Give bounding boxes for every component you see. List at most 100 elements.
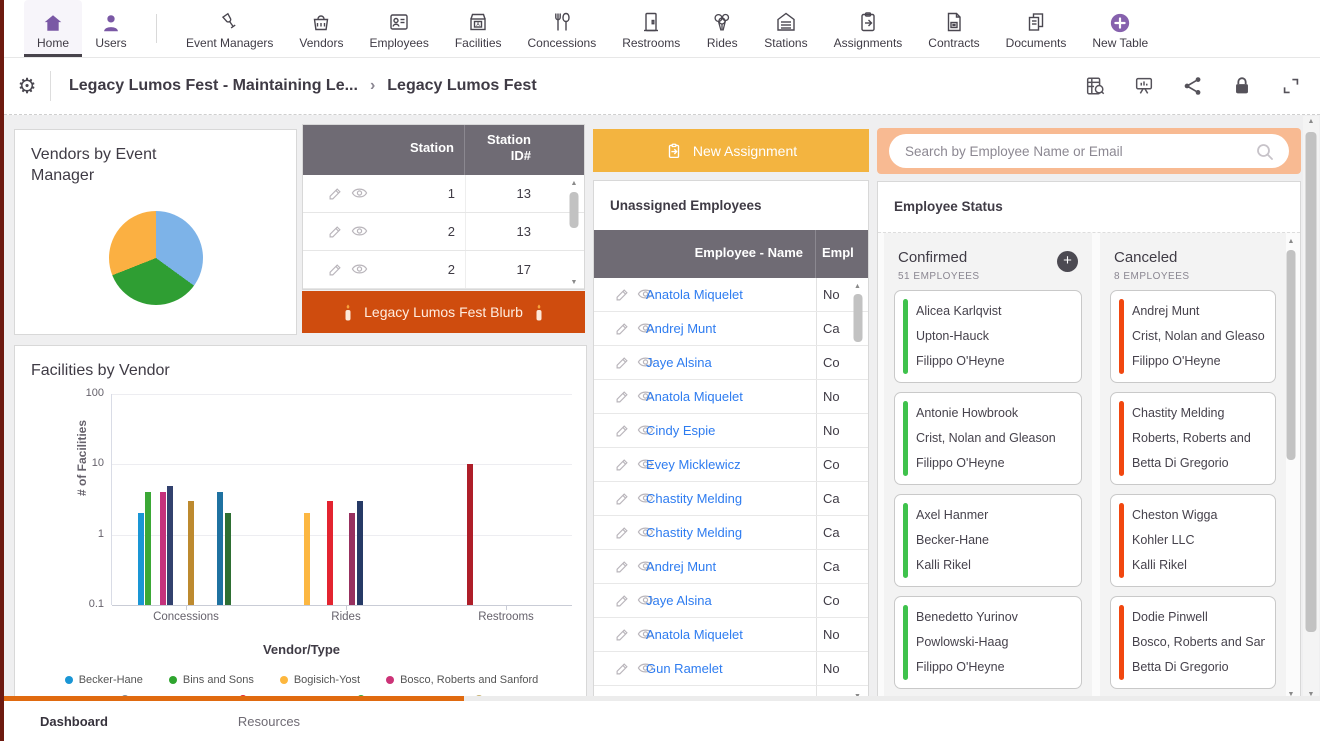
nav-item-new-table[interactable]: New Table (1079, 0, 1161, 57)
employee-card[interactable]: Antonie HowbrookCrist, Nolan and Gleason… (894, 392, 1082, 485)
scrollbar-thumb[interactable] (1287, 250, 1296, 460)
bar-concessions[interactable] (138, 513, 144, 605)
scroll-up-icon[interactable]: ▲ (1288, 238, 1295, 245)
employee-card[interactable]: Dodie PinwellBosco, Roberts and SanfordB… (1110, 596, 1276, 689)
scroll-up-icon[interactable]: ▲ (854, 283, 861, 290)
view-eye-icon[interactable] (351, 224, 367, 240)
edit-pencil-icon[interactable] (614, 423, 630, 439)
employee-name-link[interactable]: Anatola Miquelet (646, 287, 816, 302)
bar-concessions[interactable] (225, 513, 231, 605)
employee-name-link[interactable]: Andrej Munt (646, 559, 816, 574)
edit-pencil-icon[interactable] (614, 491, 630, 507)
report-search-icon[interactable] (1084, 75, 1106, 97)
edit-pencil-icon[interactable] (614, 661, 630, 677)
employee-name-link[interactable]: Evey Micklewicz (646, 457, 816, 472)
employee-name-link[interactable]: Gun Ramelet (646, 661, 816, 676)
employee-card[interactable]: Alicea KarlqvistUpton-HauckFilippo O'Hey… (894, 290, 1082, 383)
edit-pencil-icon[interactable] (327, 262, 343, 278)
bar-concessions[interactable] (217, 492, 223, 605)
stations-table-scrollbar[interactable]: ▲ ▼ (566, 178, 582, 288)
edit-pencil-icon[interactable] (614, 559, 630, 575)
view-eye-icon[interactable] (351, 186, 367, 202)
bar-concessions[interactable] (188, 501, 194, 605)
scroll-up-icon[interactable]: ▲ (571, 180, 578, 187)
tab-resources[interactable]: Resources (238, 714, 300, 729)
presentation-icon[interactable] (1133, 75, 1155, 97)
gear-icon[interactable]: ⚙ (4, 74, 50, 99)
legend-item[interactable]: Bins and Sons (169, 674, 254, 686)
scrollbar-thumb[interactable] (570, 192, 579, 228)
bar-concessions[interactable] (167, 486, 173, 605)
employee-name-link[interactable]: Jaye Alsina (646, 355, 816, 370)
scrollbar-thumb[interactable] (853, 294, 862, 342)
unassigned-table-scrollbar[interactable]: ▲ ▼ (850, 281, 865, 702)
add-card-button[interactable]: + (1057, 251, 1078, 272)
nav-item-employees[interactable]: Employees (356, 0, 441, 57)
bar-rides[interactable] (304, 513, 310, 605)
scroll-down-icon[interactable]: ▼ (571, 279, 578, 286)
nav-item-home[interactable]: Home (24, 0, 82, 57)
employee-card[interactable]: Chastity MeldingRoberts, Roberts andBett… (1110, 392, 1276, 485)
nav-item-concessions[interactable]: Concessions (515, 0, 610, 57)
employee-name-link[interactable]: Anatola Miquelet (646, 389, 816, 404)
edit-pencil-icon[interactable] (614, 627, 630, 643)
bar-rides[interactable] (357, 501, 363, 605)
edit-pencil-icon[interactable] (614, 593, 630, 609)
new-assignment-button[interactable]: New Assignment (593, 129, 869, 172)
nav-item-users[interactable]: Users (82, 0, 140, 57)
dashboard-vertical-scrollbar[interactable]: ▲ ▼ (1303, 116, 1319, 700)
scrollbar-thumb[interactable] (1306, 132, 1317, 632)
nav-item-rides[interactable]: Rides (693, 0, 751, 57)
employee-search-input[interactable] (889, 134, 1289, 168)
employee-name-link[interactable]: Andrej Munt (646, 321, 816, 336)
employee-card[interactable]: Cheston WiggaKohler LLCKalli Rikel (1110, 494, 1276, 587)
view-eye-icon[interactable] (351, 262, 367, 278)
nav-item-restrooms[interactable]: Restrooms (609, 0, 693, 57)
legend-item[interactable]: Bogisich-Yost (280, 674, 360, 686)
tab-dashboard[interactable]: Dashboard (40, 714, 108, 729)
edit-pencil-icon[interactable] (614, 355, 630, 371)
nav-item-stations[interactable]: Stations (751, 0, 820, 57)
employee-status-column-header[interactable]: Empl (816, 230, 868, 278)
nav-item-facilities[interactable]: AFacilities (442, 0, 515, 57)
lock-icon[interactable] (1231, 75, 1253, 97)
bar-concessions[interactable] (160, 492, 166, 605)
edit-pencil-icon[interactable] (327, 224, 343, 240)
edit-pencil-icon[interactable] (614, 389, 630, 405)
bar-restrooms[interactable] (467, 464, 473, 605)
expand-icon[interactable] (1280, 75, 1302, 97)
bar-rides[interactable] (349, 513, 355, 605)
edit-pencil-icon[interactable] (614, 321, 630, 337)
nav-item-vendors[interactable]: Vendors (286, 0, 356, 57)
vendors-pie-chart[interactable] (109, 211, 203, 305)
employee-name-column-header[interactable]: Employee - Name (594, 230, 816, 278)
scroll-up-icon[interactable]: ▲ (1308, 118, 1315, 125)
nav-item-documents[interactable]: Documents (993, 0, 1080, 57)
nav-item-contracts[interactable]: Contracts (915, 0, 992, 57)
employee-name-link[interactable]: Jaye Alsina (646, 593, 816, 608)
legend-item[interactable]: Becker-Hane (65, 674, 143, 686)
kanban-scrollbar[interactable]: ▲ ▼ (1284, 236, 1298, 700)
station-column-header[interactable]: Station (303, 125, 465, 175)
search-icon[interactable] (1255, 142, 1275, 162)
employee-card[interactable]: Benedetto YurinovPowlowski-HaagFilippo O… (894, 596, 1082, 689)
edit-pencil-icon[interactable] (614, 287, 630, 303)
nav-item-assignments[interactable]: Assignments (821, 0, 916, 57)
share-icon[interactable] (1182, 75, 1204, 97)
employee-name-link[interactable]: Anatola Miquelet (646, 627, 816, 642)
employee-name-link[interactable]: Chastity Melding (646, 491, 816, 506)
legacy-lumos-fest-blurb-button[interactable]: Legacy Lumos Fest Blurb (302, 291, 585, 333)
employee-card[interactable]: Axel HanmerBecker-HaneKalli Rikel (894, 494, 1082, 587)
edit-pencil-icon[interactable] (614, 525, 630, 541)
bar-rides[interactable] (327, 501, 333, 605)
station-id-column-header[interactable]: StationID# (465, 125, 541, 175)
employee-card[interactable]: Andrej MuntCrist, Nolan and GleasonFilip… (1110, 290, 1276, 383)
nav-item-event-managers[interactable]: Event Managers (173, 0, 286, 57)
employee-name-link[interactable]: Cindy Espie (646, 423, 816, 438)
legend-item[interactable]: Bosco, Roberts and Sanford (386, 674, 538, 686)
employee-name-link[interactable]: Chastity Melding (646, 525, 816, 540)
bar-concessions[interactable] (145, 492, 151, 605)
app-title[interactable]: Legacy Lumos Fest - Maintaining Le... (69, 77, 358, 95)
edit-pencil-icon[interactable] (614, 457, 630, 473)
edit-pencil-icon[interactable] (327, 186, 343, 202)
